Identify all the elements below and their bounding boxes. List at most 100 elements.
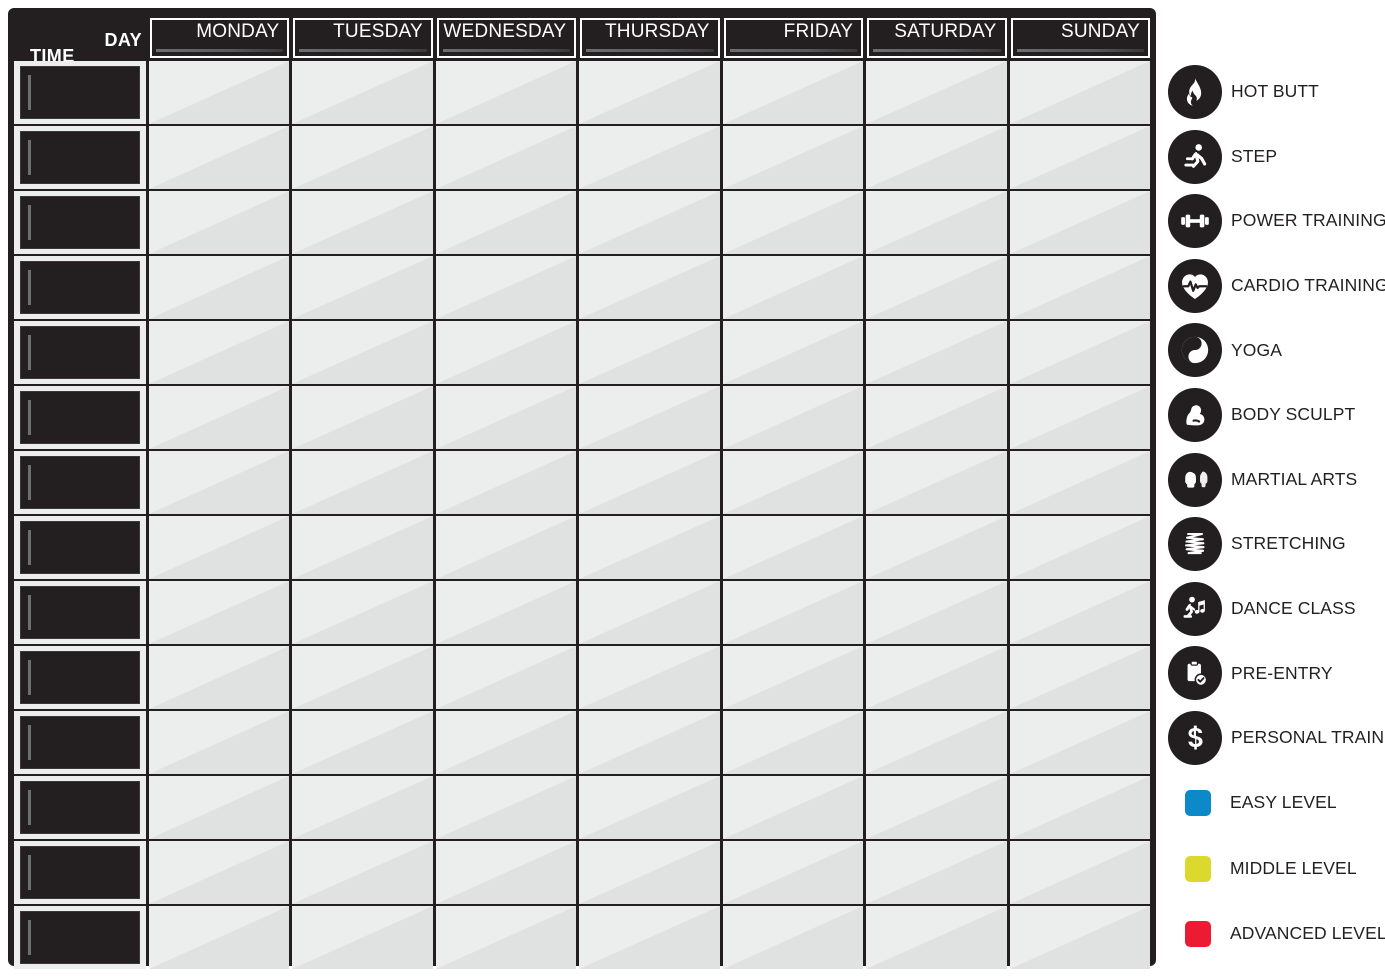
schedule-cell-thursday[interactable] bbox=[579, 776, 720, 839]
legend-item-pre-entry[interactable]: PRE-ENTRY bbox=[1168, 646, 1333, 701]
schedule-cell-tuesday[interactable] bbox=[292, 841, 433, 904]
schedule-cell-sunday[interactable] bbox=[1009, 516, 1150, 579]
time-slot-input[interactable] bbox=[20, 911, 140, 964]
schedule-cell-saturday[interactable] bbox=[866, 776, 1007, 839]
schedule-cell-tuesday[interactable] bbox=[292, 191, 433, 254]
schedule-cell-monday[interactable] bbox=[149, 256, 290, 319]
schedule-cell-wednesday[interactable] bbox=[435, 126, 577, 189]
legend-item-cardio-training[interactable]: CARDIO TRAINING bbox=[1168, 258, 1385, 313]
schedule-cell-wednesday[interactable] bbox=[435, 516, 577, 579]
schedule-cell-saturday[interactable] bbox=[866, 386, 1007, 449]
schedule-cell-wednesday[interactable] bbox=[435, 386, 577, 449]
schedule-cell-monday[interactable] bbox=[149, 906, 290, 969]
schedule-cell-friday[interactable] bbox=[722, 321, 864, 384]
schedule-cell-thursday[interactable] bbox=[579, 581, 720, 644]
time-slot-input[interactable] bbox=[20, 521, 140, 574]
schedule-cell-sunday[interactable] bbox=[1009, 711, 1150, 774]
schedule-cell-sunday[interactable] bbox=[1009, 126, 1150, 189]
schedule-cell-tuesday[interactable] bbox=[292, 321, 433, 384]
day-header-thursday[interactable]: THURSDAY bbox=[580, 18, 720, 58]
schedule-cell-wednesday[interactable] bbox=[435, 256, 577, 319]
schedule-cell-thursday[interactable] bbox=[579, 711, 720, 774]
schedule-cell-wednesday[interactable] bbox=[435, 646, 577, 709]
legend-item-dance-class[interactable]: DANCE CLASS bbox=[1168, 581, 1356, 636]
schedule-cell-wednesday[interactable] bbox=[435, 711, 577, 774]
legend-item-body-sculpt[interactable]: BODY SCULPT bbox=[1168, 388, 1355, 442]
schedule-cell-saturday[interactable] bbox=[866, 906, 1007, 969]
schedule-cell-saturday[interactable] bbox=[866, 581, 1007, 644]
time-slot-cell[interactable] bbox=[14, 321, 146, 384]
time-slot-cell[interactable] bbox=[14, 776, 146, 839]
schedule-cell-wednesday[interactable] bbox=[435, 776, 577, 839]
day-header-tuesday[interactable]: TUESDAY bbox=[293, 18, 433, 58]
day-header-saturday[interactable]: SATURDAY bbox=[867, 18, 1007, 58]
time-slot-cell[interactable] bbox=[14, 516, 146, 579]
schedule-cell-monday[interactable] bbox=[149, 516, 290, 579]
time-slot-cell[interactable] bbox=[14, 646, 146, 709]
schedule-cell-friday[interactable] bbox=[722, 711, 864, 774]
schedule-cell-thursday[interactable] bbox=[579, 61, 720, 124]
schedule-cell-sunday[interactable] bbox=[1009, 906, 1150, 969]
schedule-cell-tuesday[interactable] bbox=[292, 256, 433, 319]
schedule-cell-sunday[interactable] bbox=[1009, 256, 1150, 319]
time-slot-input[interactable] bbox=[20, 781, 140, 834]
schedule-cell-saturday[interactable] bbox=[866, 516, 1007, 579]
schedule-cell-thursday[interactable] bbox=[579, 191, 720, 254]
schedule-cell-monday[interactable] bbox=[149, 386, 290, 449]
day-header-monday[interactable]: MONDAY bbox=[150, 18, 290, 58]
schedule-cell-sunday[interactable] bbox=[1009, 646, 1150, 709]
schedule-cell-wednesday[interactable] bbox=[435, 321, 577, 384]
schedule-cell-sunday[interactable] bbox=[1009, 776, 1150, 839]
schedule-cell-wednesday[interactable] bbox=[435, 906, 577, 969]
time-slot-cell[interactable] bbox=[14, 386, 146, 449]
schedule-cell-friday[interactable] bbox=[722, 126, 864, 189]
schedule-cell-monday[interactable] bbox=[149, 61, 290, 124]
time-slot-input[interactable] bbox=[20, 391, 140, 444]
legend-item-power-training[interactable]: POWER TRAINING bbox=[1168, 194, 1385, 249]
time-slot-input[interactable] bbox=[20, 261, 140, 314]
schedule-cell-tuesday[interactable] bbox=[292, 451, 433, 514]
time-slot-cell[interactable] bbox=[14, 61, 146, 124]
schedule-cell-saturday[interactable] bbox=[866, 711, 1007, 774]
schedule-cell-sunday[interactable] bbox=[1009, 386, 1150, 449]
time-slot-input[interactable] bbox=[20, 196, 140, 249]
schedule-cell-thursday[interactable] bbox=[579, 451, 720, 514]
schedule-cell-thursday[interactable] bbox=[579, 646, 720, 709]
legend-level-middle-level[interactable]: MIDDLE LEVEL bbox=[1168, 854, 1357, 884]
legend-level-easy-level[interactable]: EASY LEVEL bbox=[1168, 788, 1337, 818]
schedule-cell-tuesday[interactable] bbox=[292, 386, 433, 449]
day-header-friday[interactable]: FRIDAY bbox=[723, 18, 864, 58]
schedule-cell-tuesday[interactable] bbox=[292, 61, 433, 124]
schedule-cell-sunday[interactable] bbox=[1009, 451, 1150, 514]
schedule-cell-friday[interactable] bbox=[722, 61, 864, 124]
schedule-cell-sunday[interactable] bbox=[1009, 61, 1150, 124]
schedule-cell-wednesday[interactable] bbox=[435, 841, 577, 904]
time-slot-cell[interactable] bbox=[14, 581, 146, 644]
schedule-cell-wednesday[interactable] bbox=[435, 191, 577, 254]
schedule-cell-tuesday[interactable] bbox=[292, 646, 433, 709]
schedule-cell-saturday[interactable] bbox=[866, 126, 1007, 189]
legend-item-hot-butt[interactable]: HOT BUTT bbox=[1168, 65, 1319, 119]
schedule-cell-tuesday[interactable] bbox=[292, 126, 433, 189]
schedule-cell-sunday[interactable] bbox=[1009, 841, 1150, 904]
schedule-cell-tuesday[interactable] bbox=[292, 711, 433, 774]
schedule-cell-saturday[interactable] bbox=[866, 256, 1007, 319]
schedule-cell-thursday[interactable] bbox=[579, 386, 720, 449]
time-slot-cell[interactable] bbox=[14, 256, 146, 319]
schedule-cell-tuesday[interactable] bbox=[292, 581, 433, 644]
schedule-cell-friday[interactable] bbox=[722, 451, 864, 514]
schedule-cell-monday[interactable] bbox=[149, 126, 290, 189]
time-slot-input[interactable] bbox=[20, 131, 140, 184]
time-slot-input[interactable] bbox=[20, 651, 140, 704]
time-slot-cell[interactable] bbox=[14, 126, 146, 189]
schedule-cell-monday[interactable] bbox=[149, 321, 290, 384]
time-slot-cell[interactable] bbox=[14, 711, 146, 774]
schedule-cell-monday[interactable] bbox=[149, 776, 290, 839]
schedule-cell-saturday[interactable] bbox=[866, 321, 1007, 384]
legend-item-step[interactable]: STEP bbox=[1168, 129, 1277, 184]
schedule-cell-tuesday[interactable] bbox=[292, 906, 433, 969]
legend-item-stretching[interactable]: STRETCHING bbox=[1168, 517, 1346, 572]
schedule-cell-friday[interactable] bbox=[722, 841, 864, 904]
schedule-cell-friday[interactable] bbox=[722, 581, 864, 644]
schedule-cell-thursday[interactable] bbox=[579, 321, 720, 384]
